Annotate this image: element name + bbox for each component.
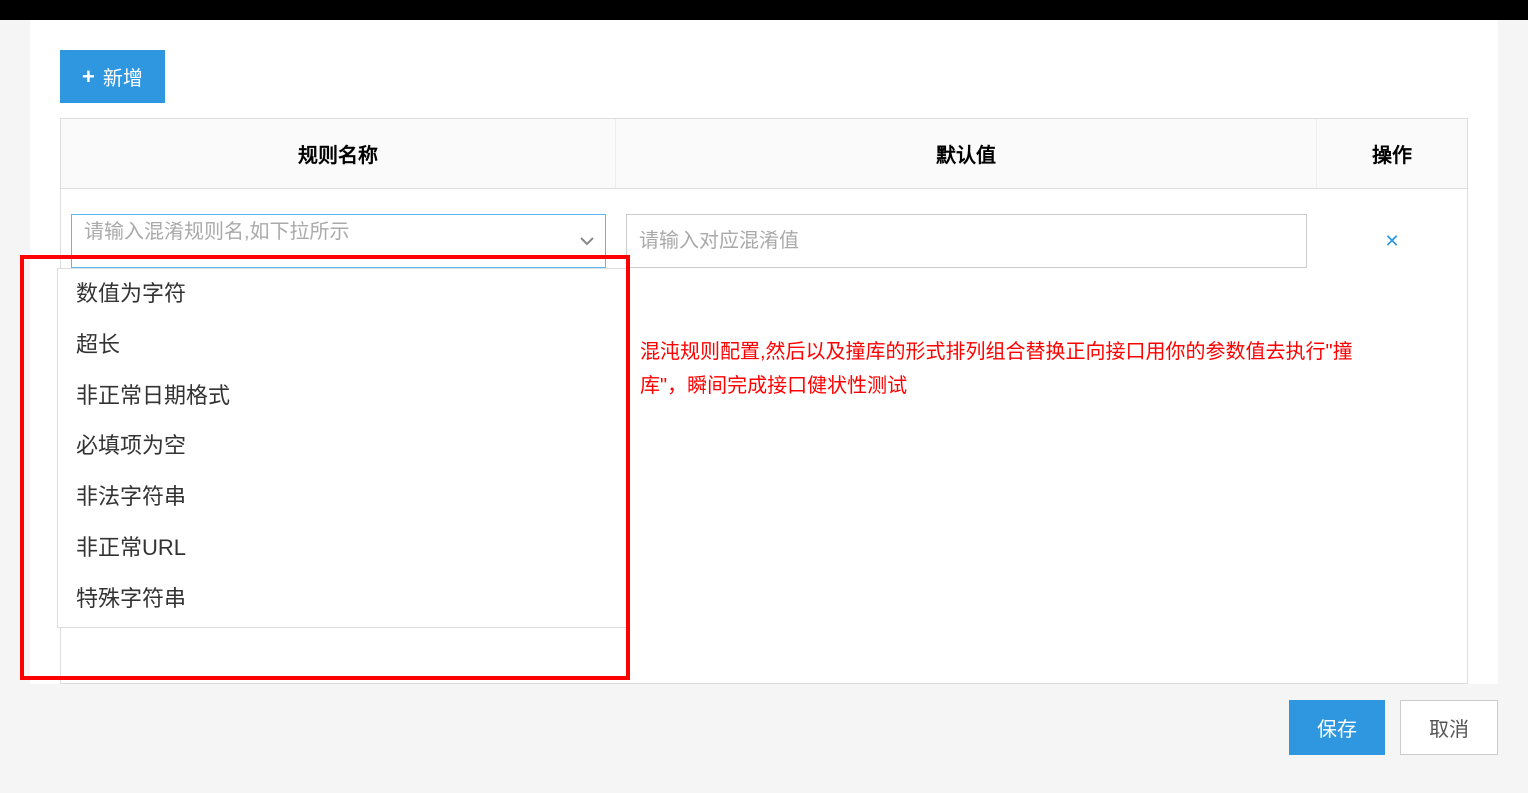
- table-header: 规则名称 默认值 操作: [61, 119, 1467, 189]
- default-value-input[interactable]: [626, 214, 1307, 268]
- dropdown-item[interactable]: 必填项为空: [58, 421, 626, 472]
- plus-icon: +: [82, 64, 95, 90]
- dropdown-item[interactable]: 非正常日期格式: [58, 371, 626, 422]
- dropdown-item[interactable]: 超长: [58, 320, 626, 371]
- dropdown-item[interactable]: 非法字符串: [58, 472, 626, 523]
- add-button-label: 新增: [103, 62, 143, 91]
- rule-select-wrapper: 请输入混淆规则名,如下拉所示 数值为字符 超长 非正常日期格式 必填项为空 非法…: [71, 214, 606, 268]
- dropdown-item[interactable]: 非正常URL: [58, 523, 626, 574]
- delete-row-icon[interactable]: ✕: [1384, 231, 1399, 252]
- footer-buttons: 保存 取消: [1289, 700, 1498, 755]
- annotation-text: 混沌规则配置,然后以及撞库的形式排列组合替换正向接口用你的参数值去执行"撞库"，…: [640, 335, 1370, 403]
- cell-rule-name: 请输入混淆规则名,如下拉所示 数值为字符 超长 非正常日期格式 必填项为空 非法…: [61, 214, 616, 268]
- dropdown-item[interactable]: 特殊字符串: [58, 574, 626, 625]
- rule-name-select[interactable]: 请输入混淆规则名,如下拉所示: [71, 214, 606, 268]
- header-section: + 新增: [30, 20, 1498, 118]
- add-button[interactable]: + 新增: [60, 50, 165, 103]
- cell-action: ✕: [1317, 214, 1467, 268]
- rule-dropdown-list[interactable]: 数值为字符 超长 非正常日期格式 必填项为空 非法字符串 非正常URL 特殊字符…: [57, 268, 627, 628]
- header-action: 操作: [1317, 119, 1467, 188]
- header-rule-name: 规则名称: [61, 119, 616, 188]
- table-row: 请输入混淆规则名,如下拉所示 数值为字符 超长 非正常日期格式 必填项为空 非法…: [61, 189, 1467, 293]
- header-default-value: 默认值: [616, 119, 1317, 188]
- cell-default-value: [616, 214, 1317, 268]
- save-button[interactable]: 保存: [1289, 700, 1385, 755]
- dropdown-item[interactable]: 数值为字符: [58, 269, 626, 320]
- cancel-button[interactable]: 取消: [1400, 700, 1498, 755]
- top-bar: [0, 0, 1528, 20]
- dropdown-item[interactable]: 边界值: [58, 625, 626, 628]
